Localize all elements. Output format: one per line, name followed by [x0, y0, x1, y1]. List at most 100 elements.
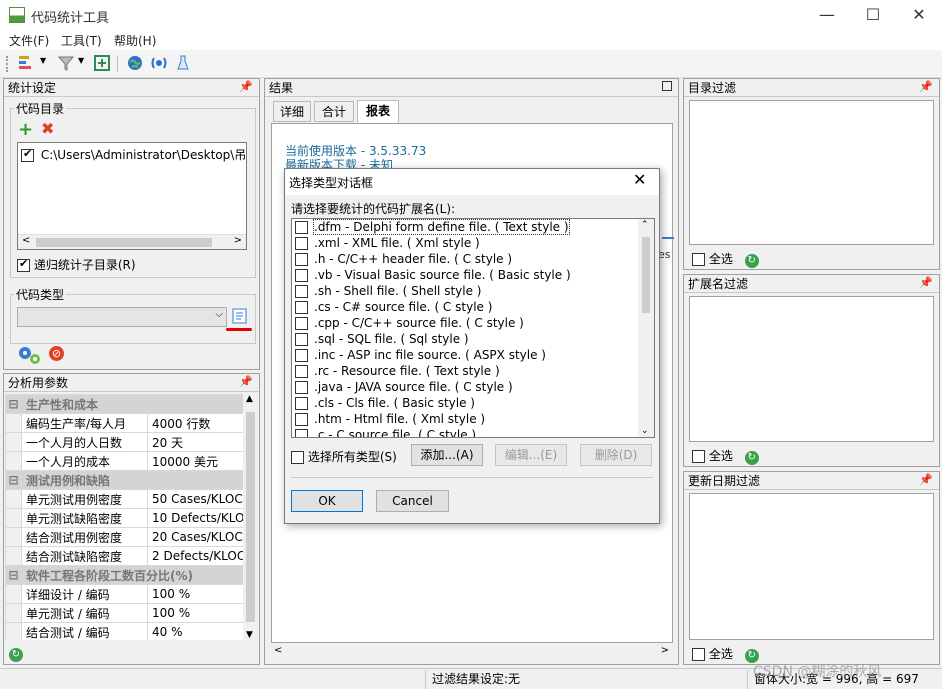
filter-icon[interactable]: [56, 54, 76, 74]
chevron-down-icon[interactable]: ▼: [246, 630, 253, 640]
property-row[interactable]: 详细设计 / 编码 100 %: [5, 584, 243, 604]
item-checkbox[interactable]: [295, 381, 308, 394]
dir-entry-checkbox[interactable]: [21, 147, 34, 162]
property-row[interactable]: 单元测试缺陷密度 10 Defects/KLO(: [5, 508, 243, 528]
chevron-down-icon[interactable]: ⌵: [215, 309, 223, 320]
property-category[interactable]: ⊟ 测试用例和缺陷: [5, 470, 243, 490]
item-checkbox[interactable]: [295, 237, 308, 250]
ext-filter-list[interactable]: [689, 296, 934, 442]
item-checkbox[interactable]: [295, 429, 308, 437]
list-item[interactable]: .dfm - Delphi form define file. ( Text s…: [292, 219, 638, 235]
list-item[interactable]: .h - C/C++ header file. ( C style ): [292, 251, 638, 267]
sort-icon[interactable]: [16, 54, 36, 74]
property-value[interactable]: 10000 美元: [146, 451, 243, 471]
property-row[interactable]: 一个人月的人日数 20 天: [5, 432, 243, 452]
add-button[interactable]: 添加...(A): [411, 444, 483, 466]
cancel-button[interactable]: Cancel: [376, 490, 449, 512]
list-item[interactable]: .inc - ASP inc file source. ( ASPX style…: [292, 347, 638, 363]
signal-icon[interactable]: [149, 54, 169, 74]
item-checkbox[interactable]: [295, 221, 308, 234]
scroll-thumb[interactable]: [642, 237, 650, 313]
dir-filter-list[interactable]: [689, 100, 934, 245]
item-checkbox[interactable]: [295, 365, 308, 378]
pin-icon[interactable]: 📌: [239, 80, 253, 93]
scroll-thumb[interactable]: [246, 412, 255, 622]
refresh-icon[interactable]: ↻: [744, 254, 759, 268]
property-value[interactable]: 20 天: [146, 432, 243, 452]
property-row[interactable]: 编码生产率/每人月 4000 行数: [5, 413, 243, 433]
stop-icon[interactable]: ⊘: [49, 346, 64, 361]
list-item[interactable]: .vb - Visual Basic source file. ( Basic …: [292, 267, 638, 283]
chevron-down-icon[interactable]: ▼: [40, 56, 46, 65]
property-value[interactable]: 50 Cases/KLOC: [146, 489, 243, 509]
property-value[interactable]: 100 %: [146, 603, 243, 623]
property-row[interactable]: 单元测试用例密度 50 Cases/KLOC: [5, 489, 243, 509]
property-value[interactable]: 40 %: [146, 622, 243, 640]
list-item[interactable]: .sh - Shell file. ( Shell style ): [292, 283, 638, 299]
property-row[interactable]: 一个人月的成本 10000 美元: [5, 451, 243, 471]
select-all-checkbox[interactable]: [692, 253, 705, 266]
scroll-thumb[interactable]: [36, 238, 212, 247]
recursive-checkbox[interactable]: [17, 257, 30, 272]
select-all-row[interactable]: 全选 ↻: [692, 250, 759, 268]
date-filter-list[interactable]: [689, 493, 934, 640]
chevron-down-icon[interactable]: ▼: [78, 56, 84, 65]
item-checkbox[interactable]: [295, 301, 308, 314]
list-item[interactable]: .xml - XML file. ( Xml style ): [292, 235, 638, 251]
extension-list[interactable]: .dfm - Delphi form define file. ( Text s…: [291, 218, 655, 438]
add-icon[interactable]: +: [18, 121, 33, 139]
list-item[interactable]: .c - C source file. ( C style ): [292, 427, 638, 437]
globe-icon[interactable]: [125, 54, 145, 74]
property-grid[interactable]: ⊟ 生产性和成本 编码生产率/每人月 4000 行数 一个人月的人日数 20 天 一个…: [5, 394, 243, 640]
edit-types-button[interactable]: [230, 306, 250, 326]
pin-icon[interactable]: 📌: [919, 276, 933, 289]
property-row[interactable]: 结合测试缺陷密度 2 Defects/KLOC: [5, 546, 243, 566]
item-checkbox[interactable]: [295, 269, 308, 282]
chevron-down-icon[interactable]: ⌄: [641, 426, 649, 436]
dir-listbox[interactable]: C:\Users\Administrator\Desktop\吊车纟 < >: [17, 142, 247, 250]
property-value[interactable]: 2 Defects/KLOC: [146, 546, 243, 566]
chevron-left-icon[interactable]: <: [22, 235, 30, 246]
item-checkbox[interactable]: [295, 349, 308, 362]
property-category[interactable]: ⊟ 生产性和成本: [5, 394, 243, 414]
expand-icon[interactable]: [92, 54, 112, 74]
list-item[interactable]: .rc - Resource file. ( Text style ): [292, 363, 638, 379]
chevron-right-icon[interactable]: >: [661, 645, 669, 656]
gears-icon[interactable]: [16, 344, 42, 369]
dir-entry[interactable]: C:\Users\Administrator\Desktop\吊车纟: [21, 146, 245, 163]
list-item[interactable]: .cs - C# source file. ( C style ): [292, 299, 638, 315]
property-value[interactable]: 4000 行数: [146, 413, 243, 433]
item-checkbox[interactable]: [295, 333, 308, 346]
tab-summary[interactable]: 合计: [314, 101, 354, 122]
edit-button[interactable]: 编辑...(E): [495, 444, 567, 466]
recursive-checkbox-row[interactable]: 递归统计子目录(R): [17, 256, 136, 273]
item-checkbox[interactable]: [295, 285, 308, 298]
property-value[interactable]: 100 %: [146, 584, 243, 604]
property-row[interactable]: 单元测试 / 编码 100 %: [5, 603, 243, 623]
list-item[interactable]: .htm - Html file. ( Xml style ): [292, 411, 638, 427]
maximize-button[interactable]: ☐: [850, 0, 896, 30]
pin-icon[interactable]: 📌: [239, 375, 253, 388]
list-item[interactable]: .sql - SQL file. ( Sql style ): [292, 331, 638, 347]
close-icon[interactable]: ✕: [633, 170, 646, 189]
select-all-types-row[interactable]: 选择所有类型(S): [291, 448, 397, 465]
collapse-icon[interactable]: ⊟: [5, 394, 22, 414]
list-item[interactable]: .java - JAVA source file. ( C style ): [292, 379, 638, 395]
property-category[interactable]: ⊟ 软件工程各阶段工数百分比(%): [5, 565, 243, 585]
delete-icon[interactable]: ✖: [41, 121, 54, 137]
list-item[interactable]: .cpp - C/C++ source file. ( C style ): [292, 315, 638, 331]
pin-icon[interactable]: 📌: [919, 80, 933, 93]
menu-help[interactable]: 帮助(H): [114, 32, 156, 49]
ok-button[interactable]: OK: [291, 490, 363, 512]
select-all-checkbox[interactable]: [692, 648, 705, 661]
collapse-icon[interactable]: ⊟: [5, 565, 22, 585]
chevron-right-icon[interactable]: >: [234, 235, 242, 246]
select-all-types-checkbox[interactable]: [291, 451, 304, 464]
select-all-row[interactable]: 全选 ↻: [692, 447, 759, 465]
tab-detail[interactable]: 详细: [273, 101, 311, 122]
refresh-icon[interactable]: ↻: [744, 451, 759, 465]
item-checkbox[interactable]: [295, 253, 308, 266]
chevron-left-icon[interactable]: <: [274, 645, 282, 656]
select-all-checkbox[interactable]: [692, 450, 705, 463]
menu-file[interactable]: 文件(F): [9, 32, 49, 49]
